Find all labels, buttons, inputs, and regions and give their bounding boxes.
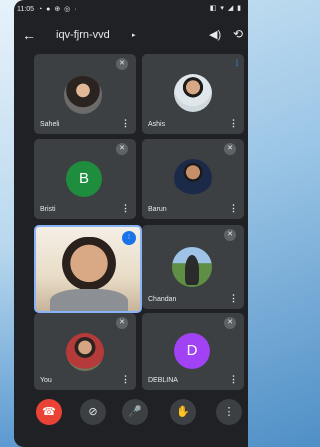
mic-toggle-button[interactable]: 🎤 — [122, 399, 148, 425]
participant-name: DEBLINA — [148, 377, 178, 384]
back-arrow-icon[interactable]: ← — [22, 27, 36, 43]
participant-tile-barun[interactable]: ✕ Barun ⋮ — [142, 139, 244, 219]
notification-icons: ◔ ● ⊕ ◎ · — [38, 6, 78, 13]
status-time: 11:05 — [17, 5, 34, 13]
active-speaker-video[interactable]: ⦙ — [34, 225, 142, 313]
avatar — [66, 333, 104, 371]
mic-off-icon: ✕ — [224, 143, 236, 155]
mic-off-icon: ✕ — [224, 229, 236, 241]
speaking-indicator-icon: ⦙ — [122, 231, 136, 245]
participant-name: Chandan — [148, 296, 177, 303]
end-call-button[interactable]: ☎ — [36, 399, 62, 425]
speaker-icon[interactable]: ◀) — [209, 28, 221, 41]
avatar-initial: B — [78, 170, 89, 187]
meeting-header: ← iqv-fjrn-vvd ▸ ◀) ⟲ — [14, 22, 248, 50]
avatar — [174, 159, 212, 197]
participant-tile-deblina[interactable]: ✕ D DEBLINA ⋮ — [142, 313, 244, 390]
avatar: B — [66, 161, 102, 197]
more-options-icon[interactable]: ⋮ — [229, 293, 238, 304]
system-icons: ◧ ▾ ◢ ▮ — [209, 5, 242, 12]
more-options-button[interactable]: ⋮ — [216, 399, 242, 425]
speaker-shirt — [50, 289, 128, 311]
avatar — [172, 247, 212, 287]
call-controls: ☎ ⊘ 🎤 ✋ ⋮ — [14, 393, 248, 433]
more-options-icon[interactable]: ⋮ — [229, 374, 238, 385]
mic-off-icon: ✕ — [116, 143, 128, 155]
raise-hand-button[interactable]: ✋ — [170, 399, 196, 425]
mic-off-icon: ✕ — [116, 58, 128, 70]
participant-tile-saheli[interactable]: ✕ Saheli ⋮ — [34, 54, 136, 134]
avatar — [64, 76, 102, 114]
participant-name: Barun — [148, 206, 167, 213]
avatar — [174, 74, 212, 112]
more-options-icon[interactable]: ⋮ — [121, 118, 130, 129]
more-options-icon[interactable]: ⋮ — [121, 374, 130, 385]
participant-name: You — [40, 377, 52, 384]
avatar: D — [174, 333, 210, 369]
participant-tile-you[interactable]: ✕ You ⋮ — [34, 313, 136, 390]
more-options-icon[interactable]: ⋮ — [229, 118, 238, 129]
participant-name: Saheli — [40, 121, 60, 128]
status-bar: 11:05 ◔ ● ⊕ ◎ · ◧ ▾ ◢ ▮ — [14, 0, 248, 18]
meeting-code[interactable]: iqv-fjrn-vvd — [56, 29, 110, 41]
more-options-icon[interactable]: ⋮ — [121, 203, 130, 214]
participant-tile-bristi[interactable]: ✕ B Bristi ⋮ — [34, 139, 136, 219]
chevron-right-icon[interactable]: ▸ — [132, 31, 136, 39]
participant-name: Bristi — [40, 206, 56, 213]
speaking-indicator-icon: ⦙ — [235, 58, 238, 68]
switch-camera-icon[interactable]: ⟲ — [233, 27, 243, 41]
camera-toggle-button[interactable]: ⊘ — [80, 399, 106, 425]
phone-screen: 11:05 ◔ ● ⊕ ◎ · ◧ ▾ ◢ ▮ ← iqv-fjrn-vvd ▸… — [14, 0, 248, 447]
mic-off-icon: ✕ — [116, 317, 128, 329]
participant-tile-chandan[interactable]: ✕ Chandan ⋮ — [142, 225, 244, 309]
mic-off-icon: ✕ — [224, 317, 236, 329]
avatar-figure — [185, 255, 199, 285]
more-options-icon[interactable]: ⋮ — [229, 203, 238, 214]
participant-name: Ashis — [148, 121, 166, 128]
avatar-initial: D — [186, 342, 198, 359]
participant-tile-ashis[interactable]: ⦙ Ashis ⋮ — [142, 54, 244, 134]
